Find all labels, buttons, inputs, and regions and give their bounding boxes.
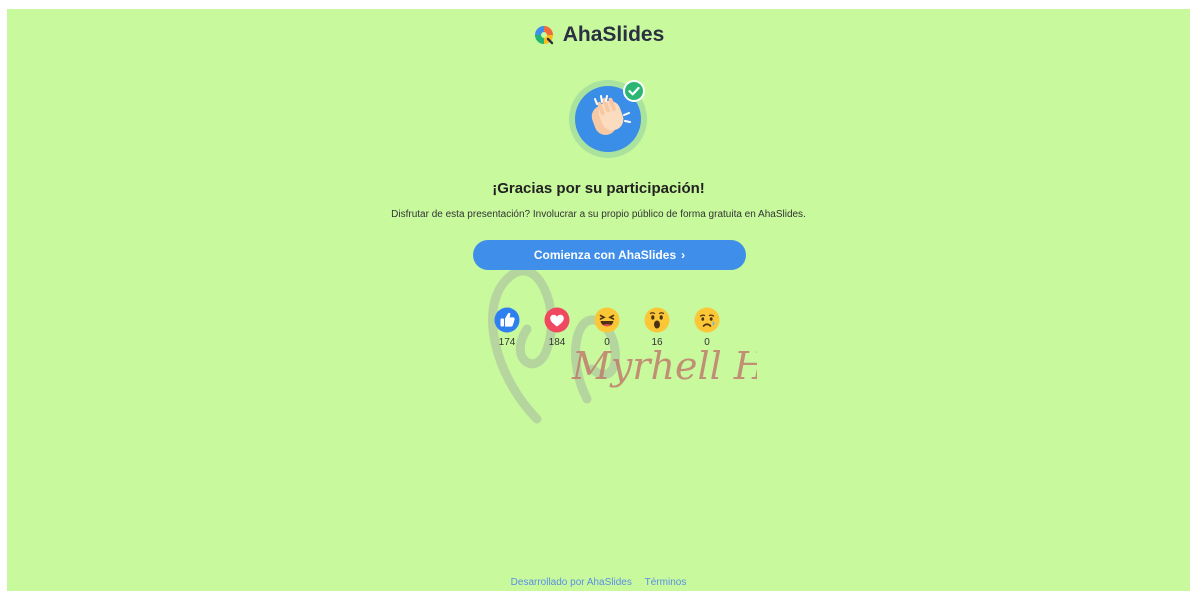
like-count: 174 xyxy=(498,337,516,348)
reaction-like[interactable]: 174 xyxy=(491,307,523,348)
signature-text: Myrhell H. xyxy=(571,344,757,388)
wow-count: 16 xyxy=(651,337,663,348)
reaction-haha[interactable]: 0 xyxy=(591,307,623,348)
page-background: AhaSlides ¡Gracias por su participación!… xyxy=(7,9,1190,591)
promo-subtitle: Disfrutar de esta presentación? Involucr… xyxy=(391,209,806,220)
clapping-hands-badge xyxy=(568,75,652,159)
powered-by-link[interactable]: Desarrollado por AhaSlides xyxy=(511,577,632,588)
thank-you-title: ¡Gracias por su participación! xyxy=(492,180,705,197)
laugh-icon[interactable] xyxy=(594,307,620,333)
get-started-label: Comienza con AhaSlides xyxy=(533,248,677,262)
heart-icon[interactable] xyxy=(544,307,570,333)
ahaslides-logo-icon xyxy=(534,26,553,45)
reaction-love[interactable]: 184 xyxy=(541,307,573,348)
reaction-wow[interactable]: 16 xyxy=(641,307,673,348)
get-started-button[interactable]: Comienza con AhaSlides › xyxy=(473,240,746,270)
reactions-bar: 174 184 0 16 0 xyxy=(491,307,723,348)
sad-icon[interactable] xyxy=(694,307,720,333)
haha-count: 0 xyxy=(604,337,610,348)
footer: Desarrollado por AhaSlides Términos xyxy=(7,577,1190,588)
brand-logo[interactable]: AhaSlides xyxy=(7,23,1190,47)
love-count: 184 xyxy=(548,337,566,348)
reaction-sad[interactable]: 0 xyxy=(691,307,723,348)
chevron-right-icon: › xyxy=(681,248,686,262)
sad-count: 0 xyxy=(704,337,710,348)
brand-name: AhaSlides xyxy=(562,23,665,46)
clapping-hands-icon xyxy=(569,80,647,158)
thumbs-up-icon[interactable] xyxy=(494,307,520,333)
wow-icon[interactable] xyxy=(644,307,670,333)
terms-link[interactable]: Términos xyxy=(645,577,687,588)
